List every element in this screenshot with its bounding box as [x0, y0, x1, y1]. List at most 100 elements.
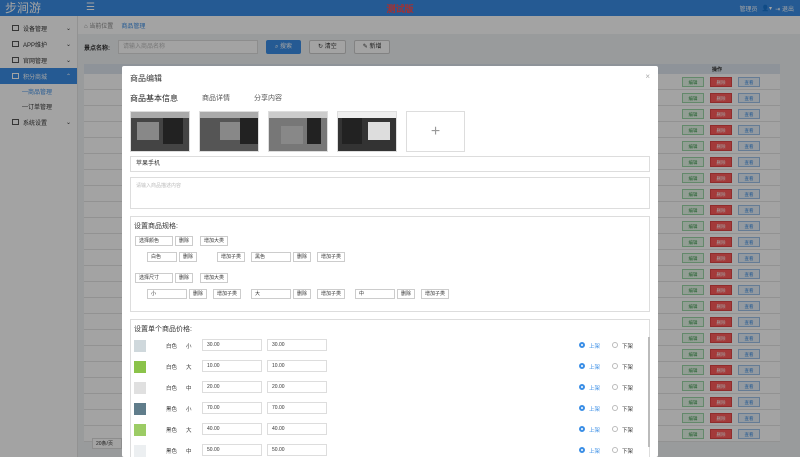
product-desc-textarea[interactable]: 请输入商品描述内容 [130, 177, 650, 209]
on-shelf-radio[interactable] [579, 447, 585, 453]
on-shelf-radio[interactable] [579, 342, 585, 348]
tab-details[interactable]: 商品详情 [202, 93, 230, 104]
on-shelf-radio[interactable] [579, 426, 585, 432]
on-shelf-label: 上架 [589, 365, 601, 371]
close-icon[interactable]: × [645, 72, 650, 81]
price-row: 白色 大 10.00 10.00 上架 下架 [134, 358, 646, 376]
spec-value-delete[interactable]: 删除 [189, 289, 208, 299]
add-sub-button[interactable]: 增加子类 [421, 289, 450, 299]
original-price-input[interactable]: 50.00 [267, 444, 327, 456]
image-list: + [130, 111, 465, 152]
price-panel: 设置单个商品价格: 白色小 30.00 30.00 上架 下架 白色大 10.00 10.00… [130, 319, 650, 457]
original-price-input[interactable]: 40.00 [267, 423, 327, 435]
product-name-input[interactable]: 苹果手机 [130, 156, 650, 172]
add-major-button[interactable]: 增加大类 [200, 273, 229, 283]
sku-size: 大 [186, 428, 192, 434]
on-shelf-label: 上架 [589, 428, 601, 434]
original-price-input[interactable]: 10.00 [267, 360, 327, 372]
on-shelf-radio[interactable] [579, 405, 585, 411]
off-shelf-radio[interactable] [612, 384, 618, 390]
add-sub-button[interactable]: 增加子类 [317, 289, 346, 299]
on-shelf-label: 上架 [589, 344, 601, 350]
sku-size: 小 [186, 344, 192, 350]
off-shelf-radio[interactable] [612, 447, 618, 453]
price-row: 黑色 大 40.00 40.00 上架 下架 [134, 421, 646, 439]
spec-value[interactable]: 黑色 [251, 252, 291, 262]
off-shelf-radio[interactable] [612, 405, 618, 411]
sku-thumbnail[interactable] [134, 340, 146, 352]
add-image-button[interactable]: + [406, 111, 465, 152]
off-shelf-label: 下架 [622, 344, 634, 350]
spec-value[interactable]: 中 [355, 289, 395, 299]
spec-group-color-name[interactable]: 选择颜色 [135, 236, 173, 246]
sku-thumbnail[interactable] [134, 445, 146, 457]
add-sub-button[interactable]: 增加子类 [213, 289, 242, 299]
spec-panel: 设置商品规格: 选择颜色 删除 增加大类 白色 删除 增加子类 黑色 删除 增加… [130, 216, 650, 312]
sku-size: 中 [186, 449, 192, 455]
spec-value-delete[interactable]: 删除 [179, 252, 198, 262]
original-price-input[interactable]: 20.00 [267, 381, 327, 393]
price-input[interactable]: 50.00 [202, 444, 262, 456]
sku-color: 白色 [166, 365, 178, 371]
sku-color: 黑色 [166, 407, 178, 413]
spec-title: 设置商品规格: [134, 223, 178, 230]
price-input[interactable]: 10.00 [202, 360, 262, 372]
sku-size: 小 [186, 407, 192, 413]
original-price-input[interactable]: 30.00 [267, 339, 327, 351]
sku-size: 大 [186, 365, 192, 371]
price-title: 设置单个商品价格: [134, 326, 192, 333]
spec-value-delete[interactable]: 删除 [293, 252, 312, 262]
price-row: 白色 小 30.00 30.00 上架 下架 [134, 337, 646, 355]
spec-group-size-name[interactable]: 选择尺寸 [135, 273, 173, 283]
sku-thumbnail[interactable] [134, 361, 146, 373]
on-shelf-label: 上架 [589, 386, 601, 392]
spec-value-delete[interactable]: 删除 [293, 289, 312, 299]
price-input[interactable]: 30.00 [202, 339, 262, 351]
price-input[interactable]: 70.00 [202, 402, 262, 414]
spec-group-delete[interactable]: 删除 [175, 273, 194, 283]
sku-thumbnail[interactable] [134, 403, 146, 415]
price-row: 黑色 中 50.00 50.00 上架 下架 [134, 442, 646, 457]
price-input[interactable]: 40.00 [202, 423, 262, 435]
plus-icon: + [430, 123, 441, 140]
product-image[interactable] [268, 111, 328, 152]
product-image[interactable] [199, 111, 259, 152]
off-shelf-radio[interactable] [612, 363, 618, 369]
sku-color: 白色 [166, 386, 178, 392]
spec-value[interactable]: 小 [147, 289, 187, 299]
on-shelf-radio[interactable] [579, 363, 585, 369]
price-input[interactable]: 20.00 [202, 381, 262, 393]
on-shelf-radio[interactable] [579, 384, 585, 390]
modal-title: 商品编辑 [130, 74, 162, 83]
sku-thumbnail[interactable] [134, 382, 146, 394]
spec-value-delete[interactable]: 删除 [397, 289, 416, 299]
add-major-button[interactable]: 增加大类 [200, 236, 229, 246]
off-shelf-radio[interactable] [612, 426, 618, 432]
sku-thumbnail[interactable] [134, 424, 146, 436]
sku-color: 白色 [166, 344, 178, 350]
spec-value[interactable]: 大 [251, 289, 291, 299]
off-shelf-label: 下架 [622, 365, 634, 371]
price-row: 白色 中 20.00 20.00 上架 下架 [134, 379, 646, 397]
tab-basic-info[interactable]: 商品基本信息 [130, 93, 178, 104]
scrollbar[interactable] [648, 337, 650, 447]
edit-modal: 商品编辑 × 商品基本信息 商品详情 分享内容 + 苹果手机 请输入商品描述内容… [122, 66, 658, 457]
original-price-input[interactable]: 70.00 [267, 402, 327, 414]
off-shelf-label: 下架 [622, 407, 634, 413]
spec-value[interactable]: 白色 [147, 252, 177, 262]
off-shelf-label: 下架 [622, 428, 634, 434]
on-shelf-label: 上架 [589, 407, 601, 413]
product-image[interactable] [130, 111, 190, 152]
add-sub-button[interactable]: 增加子类 [217, 252, 246, 262]
spec-group-delete[interactable]: 删除 [175, 236, 194, 246]
add-sub-button[interactable]: 增加子类 [317, 252, 346, 262]
on-shelf-label: 上架 [589, 449, 601, 455]
off-shelf-radio[interactable] [612, 342, 618, 348]
sku-color: 黑色 [166, 428, 178, 434]
price-row: 黑色 小 70.00 70.00 上架 下架 [134, 400, 646, 418]
off-shelf-label: 下架 [622, 386, 634, 392]
tab-share[interactable]: 分享内容 [254, 93, 282, 104]
sku-size: 中 [186, 386, 192, 392]
sku-color: 黑色 [166, 449, 178, 455]
product-image[interactable] [337, 111, 397, 152]
